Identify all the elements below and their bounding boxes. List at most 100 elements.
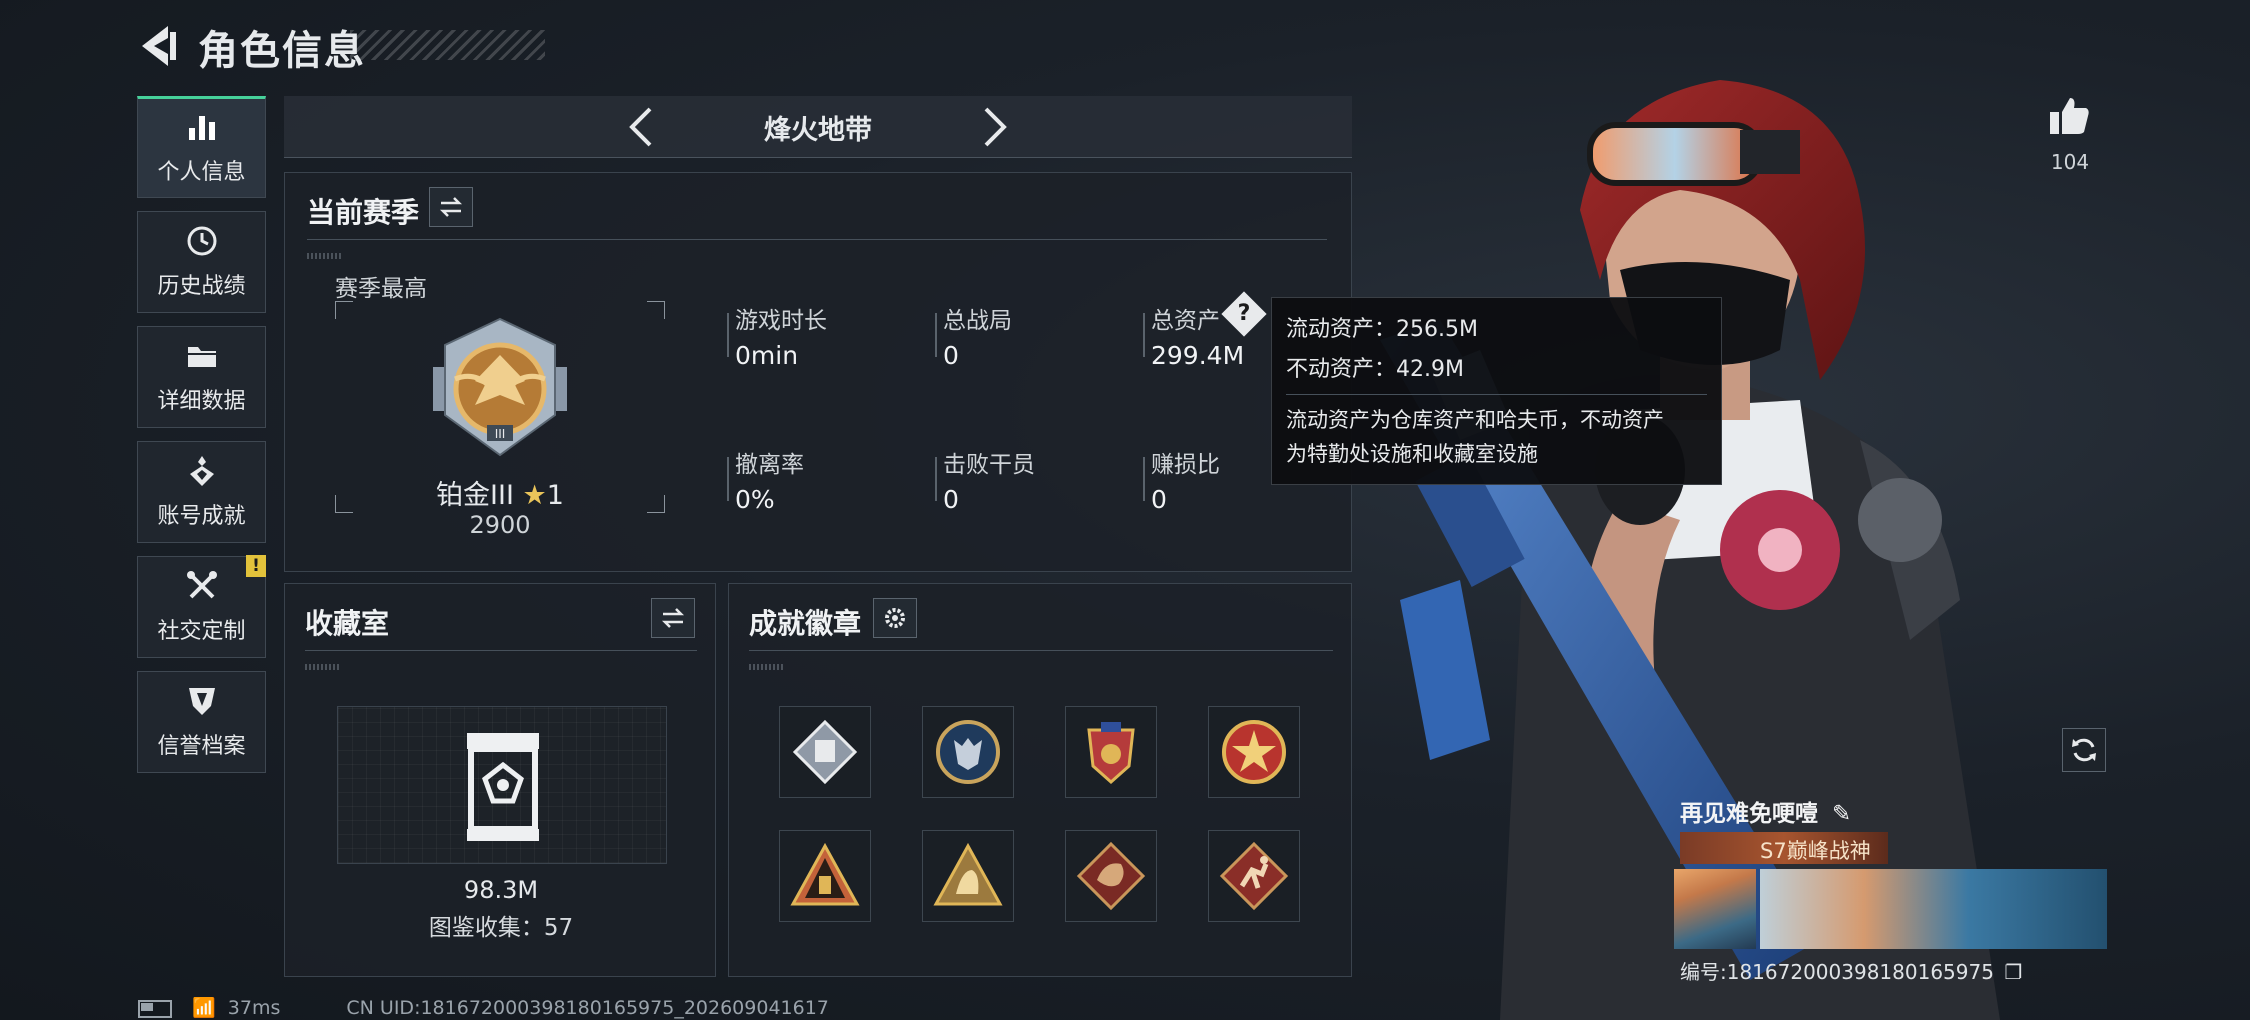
alert-badge: ! xyxy=(246,555,266,577)
shield-stars-badge-icon xyxy=(1087,722,1135,785)
stat-value: 0 xyxy=(1151,485,1167,514)
collection-panel: 收藏室 98.3M 图鉴收集：57 xyxy=(284,583,716,977)
pyramid-badge-icon xyxy=(790,842,860,906)
bar-chart-icon xyxy=(188,116,215,140)
diamond-fist-badge-icon xyxy=(792,719,858,785)
collection-count: 图鉴收集：57 xyxy=(428,915,574,941)
decoration xyxy=(305,664,339,670)
sidebar-item-label: 信誉档案 xyxy=(157,734,246,759)
collection-value: 98.3M xyxy=(463,876,539,904)
season-title: 当前赛季 xyxy=(307,196,420,229)
sidebar-item-label: 详细数据 xyxy=(157,389,246,414)
stat-label: 总战局 xyxy=(943,308,1012,334)
decoration xyxy=(307,253,341,259)
season-best-label: 赛季最高 xyxy=(335,276,427,302)
divider xyxy=(1143,457,1145,501)
shield-icon xyxy=(188,688,215,715)
achievement-title: 成就徽章 xyxy=(749,607,862,640)
achievement-badge[interactable] xyxy=(1208,706,1300,798)
stat-label: 击败干员 xyxy=(943,452,1035,478)
ping: 37ms xyxy=(227,997,281,1019)
stat-label: 总资产 xyxy=(1151,308,1220,334)
cn-uid: CN UID:18167200039818016597​5_2026090416… xyxy=(346,997,829,1019)
achievement-badge[interactable] xyxy=(922,706,1014,798)
history-clock-icon xyxy=(187,226,216,256)
achievement-badge[interactable] xyxy=(1065,706,1157,798)
stat-value: 0% xyxy=(735,485,775,514)
dragon-badge-icon xyxy=(1076,841,1146,911)
tooltip-fixed-assets: 不动资产：42.9M xyxy=(1286,357,1464,382)
wifi-icon: 📶 xyxy=(192,997,216,1019)
divider xyxy=(935,457,937,501)
sphinx-badge-icon xyxy=(933,842,1003,906)
season-panel: 当前赛季 赛季最高 III 铂金III ★1 2900 游戏时长 0min 总战… xyxy=(284,172,1352,572)
stat-value: 0 xyxy=(943,485,959,514)
divider xyxy=(727,457,729,501)
achievement-badge[interactable] xyxy=(1065,830,1157,922)
tooltip-liquid-assets: 流动资产：256.5M xyxy=(1286,317,1478,342)
stat-label: 赚损比 xyxy=(1151,452,1220,478)
sidebar-item-achievements[interactable]: 账号成就 xyxy=(137,441,266,543)
divider xyxy=(749,650,1333,651)
uid-row: 编号:18167200039818016597​5 ❐ xyxy=(1680,956,2022,985)
stat-value: 0 xyxy=(943,341,959,370)
collection-switch-button[interactable] xyxy=(651,598,695,638)
sidebar-item-detailed-data[interactable]: 详细数据 xyxy=(137,326,266,428)
sidebar-item-history[interactable]: 历史战绩 xyxy=(137,211,266,313)
back-arrow-icon[interactable] xyxy=(138,24,180,68)
medal-icon xyxy=(189,456,214,486)
divider xyxy=(1143,313,1145,357)
title-plate-text: S7巅峰战神 xyxy=(1760,839,1871,863)
refresh-icon xyxy=(2072,738,2096,762)
sidebar-item-label: 个人信息 xyxy=(157,160,246,185)
rotate-model-button[interactable] xyxy=(2062,728,2106,772)
status-bar: 📶 37ms CN UID:18167200039818016597​5_202… xyxy=(138,996,1038,1020)
copy-icon[interactable]: ❐ xyxy=(2004,960,2022,984)
sidebar-item-label: 历史战绩 xyxy=(157,274,246,299)
stat-value: 0min xyxy=(735,341,799,370)
banner-thumbnail[interactable] xyxy=(1674,869,1756,949)
help-icon-glyph: ? xyxy=(1237,301,1251,326)
divider xyxy=(1286,394,1707,395)
chevron-right-icon[interactable] xyxy=(980,105,1010,149)
sidebar-item-label: 账号成就 xyxy=(157,504,246,529)
achievement-badge[interactable] xyxy=(1208,830,1300,922)
achievement-panel: 成就徽章 xyxy=(728,583,1352,977)
collection-title: 收藏室 xyxy=(305,607,390,640)
profile-banner[interactable] xyxy=(1760,869,2107,949)
asset-tooltip: 流动资产：256.5M 不动资产：42.9M 流动资产为仓库资产和哈夫币，不动资… xyxy=(1271,297,1722,485)
nickname-row: 再见难免哽噎 ✎ xyxy=(1680,794,1851,828)
vault-icon xyxy=(467,733,539,841)
divider xyxy=(935,313,937,357)
title-decoration xyxy=(350,30,545,60)
swap-icon xyxy=(661,608,685,628)
achievement-settings-button[interactable] xyxy=(873,598,917,638)
mode-title: 烽火地带 xyxy=(764,115,872,146)
collection-preview[interactable] xyxy=(337,706,667,864)
achievement-badge[interactable] xyxy=(779,706,871,798)
stat-value: 299.4M xyxy=(1151,341,1245,370)
sidebar-item-reputation[interactable]: 信誉档案 xyxy=(137,671,266,773)
battery-icon xyxy=(138,999,172,1018)
sidebar-item-personal-info[interactable]: 个人信息 xyxy=(137,96,266,198)
achievement-badge[interactable] xyxy=(779,830,871,922)
edit-pencil-icon[interactable]: ✎ xyxy=(1832,801,1851,827)
page-title: 角色信息 xyxy=(198,28,366,74)
switch-season-button[interactable] xyxy=(429,187,473,227)
rank-name: 铂金III xyxy=(436,480,514,511)
rank-emblem-icon: III xyxy=(433,317,567,457)
uid-label: 编号:18167200039818016597​5 xyxy=(1680,960,1994,984)
gear-icon xyxy=(885,608,905,628)
swap-icon xyxy=(439,197,463,217)
achievement-badge[interactable] xyxy=(922,830,1014,922)
thumbs-up-icon[interactable] xyxy=(2048,94,2092,138)
stat-label: 游戏时长 xyxy=(735,308,827,334)
folder-icon xyxy=(187,347,216,367)
rank-stars: 1 xyxy=(546,480,564,511)
tooltip-description-line2: 为特勤处设施和收藏室设施 xyxy=(1286,442,1538,466)
svg-text:III: III xyxy=(495,427,506,441)
red-star-badge-icon xyxy=(1222,720,1286,784)
rank-name-row: 铂金III ★1 xyxy=(335,473,665,512)
stat-label: 撤离率 xyxy=(735,452,804,478)
tools-icon xyxy=(186,571,217,599)
